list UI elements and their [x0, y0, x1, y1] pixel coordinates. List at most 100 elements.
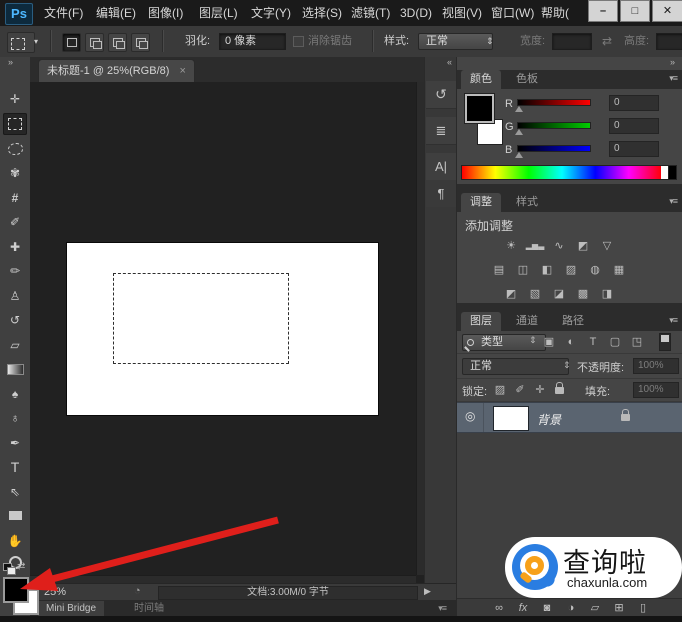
filter-adjustment-layers-icon[interactable]: ◐ — [563, 334, 579, 350]
rectangular-marquee-tool[interactable] — [3, 113, 27, 135]
eraser-tool[interactable]: ▱ — [3, 334, 27, 356]
menu-type[interactable]: 文字(Y) — [247, 0, 295, 26]
channel-r-slider[interactable] — [517, 99, 591, 106]
menu-help[interactable]: 帮助( — [537, 0, 573, 26]
lock-move-icon[interactable]: ✛ — [533, 382, 547, 398]
menu-filter[interactable]: 滤镜(T) — [347, 0, 394, 26]
blend-mode-select[interactable]: 正常 — [462, 358, 569, 375]
color-lookup-icon[interactable]: ▦ — [609, 262, 629, 278]
brightness-contrast-icon[interactable]: ☀ — [501, 238, 521, 254]
document-info[interactable]: 文档:3.00M/0 字节 — [158, 586, 418, 600]
lock-all-icon[interactable] — [555, 384, 564, 396]
crop-tool[interactable]: # — [3, 187, 27, 209]
tool-preset-arrow-icon[interactable]: ▾ — [34, 26, 38, 57]
menu-image[interactable]: 图像(I) — [144, 0, 187, 26]
tab-color[interactable]: 颜色 — [461, 70, 501, 89]
selection-subtract-button[interactable] — [108, 33, 127, 52]
swap-colors-icon[interactable]: ⇄ — [17, 561, 25, 572]
quick-selection-tool[interactable]: ✾ — [3, 162, 27, 184]
close-button[interactable]: ✕ — [652, 0, 682, 22]
layer-name[interactable]: 背景 — [537, 411, 561, 428]
minimize-button[interactable]: – — [588, 0, 618, 22]
lasso-tool[interactable] — [3, 138, 27, 160]
exposure-icon[interactable]: ◩ — [573, 238, 593, 254]
threshold-icon[interactable]: ◪ — [549, 286, 569, 302]
color-spectrum-ramp[interactable] — [461, 165, 663, 180]
selection-intersect-button[interactable] — [131, 33, 150, 52]
layer-thumbnail[interactable] — [493, 406, 529, 431]
foreground-color-swatch[interactable] — [3, 577, 29, 603]
selection-new-button[interactable] — [62, 33, 81, 52]
delete-layer-icon[interactable]: ▯ — [633, 600, 653, 616]
maximize-button[interactable]: □ — [620, 0, 650, 22]
new-group-icon[interactable]: ▱ — [585, 600, 605, 616]
menu-file[interactable]: 文件(F) — [40, 0, 87, 26]
selective-color-icon[interactable]: ▩ — [573, 286, 593, 302]
tab-swatches[interactable]: 色板 — [507, 70, 547, 89]
brush-tool[interactable]: ✏ — [3, 260, 27, 282]
history-panel-icon[interactable]: ↺ — [426, 81, 456, 109]
panel-foreground-swatch[interactable] — [465, 94, 494, 123]
layer-row-background[interactable]: ◎ 背景 — [457, 402, 682, 433]
layer-visibility-eye-icon[interactable]: ◎ — [465, 409, 475, 423]
menu-layer[interactable]: 图层(L) — [195, 0, 242, 26]
character-panel-icon[interactable]: A| — [426, 153, 456, 180]
dock-collapse-icon[interactable]: » — [670, 57, 675, 67]
layer-mask-icon[interactable]: ◙ — [537, 600, 557, 616]
invert-icon[interactable]: ◩ — [501, 286, 521, 302]
style-select-arrows-icon[interactable]: ⇕ — [486, 26, 494, 57]
tab-paths[interactable]: 路径 — [553, 312, 593, 331]
menu-view[interactable]: 视图(V) — [438, 0, 486, 26]
posterize-icon[interactable]: ▧ — [525, 286, 545, 302]
adjustments-menu-icon[interactable]: ▾≡ — [669, 196, 677, 207]
hand-tool[interactable]: ✋ — [3, 530, 27, 552]
menu-3d[interactable]: 3D(D) — [396, 0, 436, 26]
spectrum-black-swatch[interactable] — [669, 165, 677, 180]
layer-filter-toggle[interactable] — [659, 333, 671, 351]
menu-window[interactable]: 窗口(W) — [487, 0, 538, 26]
history-brush-tool[interactable]: ↺ — [3, 309, 27, 331]
vibrance-icon[interactable]: ▽ — [597, 238, 617, 254]
document-canvas[interactable] — [67, 243, 378, 415]
hue-saturation-icon[interactable]: ▤ — [489, 262, 509, 278]
feather-input[interactable]: 0 像素 — [219, 33, 286, 50]
dodge-tool[interactable]: ♁ — [3, 407, 27, 429]
color-balance-icon[interactable]: ◫ — [513, 262, 533, 278]
tab-mini-bridge[interactable]: Mini Bridge — [38, 601, 104, 616]
adjustment-layer-icon[interactable]: ◑ — [561, 600, 581, 616]
new-layer-icon[interactable]: ⊞ — [609, 600, 629, 616]
clone-stamp-tool[interactable]: ♙ — [3, 285, 27, 307]
gradient-tool[interactable] — [3, 358, 27, 380]
filter-select-arrows-icon[interactable]: ⇕ — [529, 335, 537, 346]
link-layers-icon[interactable]: ∞ — [489, 600, 509, 616]
layers-menu-icon[interactable]: ▾≡ — [669, 315, 677, 326]
channel-r-slider-thumb[interactable] — [515, 106, 523, 112]
photo-filter-icon[interactable]: ▨ — [561, 262, 581, 278]
fill-value[interactable]: 100% — [633, 382, 679, 398]
canvas-pasteboard[interactable] — [30, 82, 424, 583]
levels-icon[interactable]: ▂▅▃ — [525, 238, 545, 254]
channel-r-value[interactable]: 0 — [609, 95, 659, 111]
height-input[interactable] — [656, 33, 682, 50]
channel-g-slider-thumb[interactable] — [515, 129, 523, 135]
black-white-icon[interactable]: ◧ — [537, 262, 557, 278]
zoom-level[interactable]: 25% — [44, 586, 66, 598]
type-tool[interactable]: T — [3, 456, 27, 478]
selection-add-button[interactable] — [85, 33, 104, 52]
blend-select-arrows-icon[interactable]: ⇕ — [563, 360, 571, 371]
channel-b-slider-thumb[interactable] — [515, 152, 523, 158]
channel-mixer-icon[interactable]: ◍ — [585, 262, 605, 278]
tab-layers[interactable]: 图层 — [461, 312, 501, 331]
tab-channels[interactable]: 通道 — [507, 312, 547, 331]
gradient-map-icon[interactable]: ◨ — [597, 286, 617, 302]
adobe-drive-icon[interactable]: ◔ — [134, 585, 141, 597]
channel-b-slider[interactable] — [517, 145, 591, 152]
opacity-value[interactable]: 100% — [633, 358, 679, 374]
tool-preset-button[interactable] — [7, 32, 35, 53]
curves-icon[interactable]: ∿ — [549, 238, 569, 254]
filter-smart-object-icon[interactable]: ◳ — [629, 334, 645, 350]
tab-adjustments[interactable]: 调整 — [461, 193, 501, 212]
marquee-selection[interactable] — [113, 273, 289, 364]
antialias-checkbox[interactable] — [293, 36, 304, 47]
rectangle-tool[interactable] — [3, 505, 27, 527]
